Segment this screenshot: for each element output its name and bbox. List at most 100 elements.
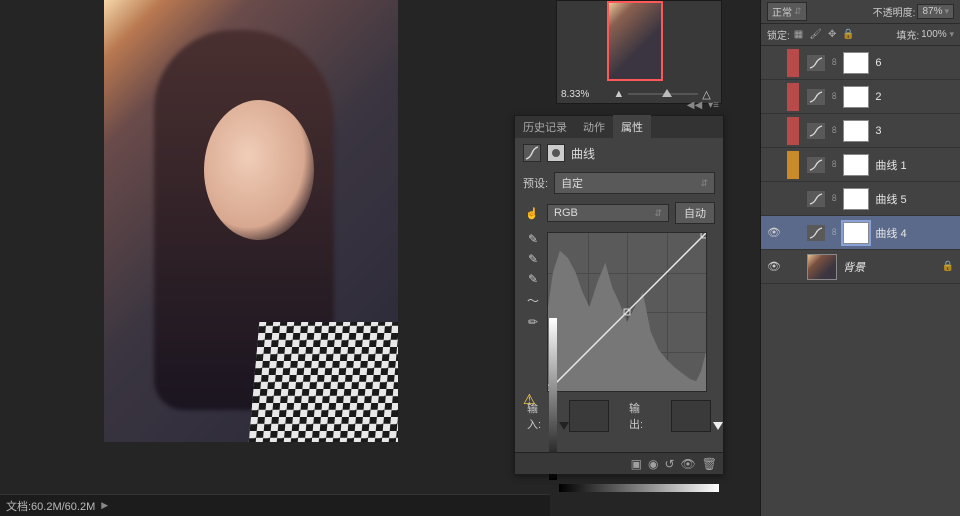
curves-adjustment-icon <box>807 157 825 173</box>
document-image[interactable] <box>104 0 398 442</box>
chevron-updown-icon: ⇵ <box>700 178 708 189</box>
curve-line[interactable] <box>548 233 706 391</box>
view-previous-icon[interactable]: ◉ <box>648 457 658 471</box>
layer-color-tag <box>787 219 799 247</box>
properties-footer: ▣ ◉ ↺ 👁 🗑 <box>515 452 723 474</box>
output-field[interactable] <box>671 400 711 432</box>
reset-icon[interactable]: ↺ <box>664 457 674 471</box>
curve-tools: ✎ ✎ ✎ 〜 ✏ <box>523 232 543 392</box>
layer-name-label[interactable]: 背景 <box>843 259 865 275</box>
layer-mask-thumbnail[interactable] <box>843 52 869 74</box>
auto-button[interactable]: 自动 <box>675 202 715 224</box>
navigator-thumbnail[interactable] <box>607 1 663 81</box>
opacity-label: 不透明度: <box>873 4 916 19</box>
lock-icon: 🔒 <box>942 261 954 272</box>
curves-graph[interactable] <box>547 232 707 392</box>
input-gradient <box>559 484 719 492</box>
mountain-small-icon: ▲ <box>613 88 624 100</box>
eyedropper-black-icon[interactable]: ✎ <box>528 232 538 246</box>
draw-curve-icon[interactable]: ✏ <box>528 315 538 329</box>
doc-size-label: 文档:60.2M/60.2M <box>6 498 95 514</box>
panel-menu-icon[interactable]: ▾≡ <box>708 100 719 111</box>
layer-row[interactable]: 𝟾2 <box>761 80 960 114</box>
opacity-value: 87% <box>922 6 942 17</box>
input-field[interactable] <box>569 400 609 432</box>
layer-name-label[interactable]: 6 <box>875 57 881 69</box>
targeted-adjust-icon[interactable]: ☝ <box>523 207 541 220</box>
visibility-toggle[interactable]: 👁 <box>767 226 781 240</box>
layer-mask-thumbnail[interactable] <box>843 154 869 176</box>
link-icon[interactable]: 𝟾 <box>831 91 837 102</box>
toggle-visibility-icon[interactable]: 👁 <box>681 457 696 471</box>
visibility-toggle[interactable] <box>767 124 781 138</box>
layer-mask-thumbnail[interactable] <box>843 86 869 108</box>
visibility-toggle[interactable] <box>767 158 781 172</box>
layer-row[interactable]: 𝟾6 <box>761 46 960 80</box>
tab-properties[interactable]: 属性 <box>613 115 651 139</box>
layer-row[interactable]: 👁 𝟾 曲线 4 <box>761 216 960 250</box>
layer-thumbnail[interactable] <box>807 254 837 280</box>
edit-points-icon[interactable]: 〜 <box>527 292 539 309</box>
visibility-toggle[interactable] <box>767 56 781 70</box>
opacity-field[interactable]: 87% ▾ <box>917 4 954 19</box>
curves-adjustment-icon <box>807 225 825 241</box>
fill-label: 填充: <box>896 27 919 42</box>
black-point-slider[interactable] <box>559 422 569 430</box>
layer-row[interactable]: 𝟾 曲线 1 <box>761 148 960 182</box>
layer-name-label[interactable]: 2 <box>875 91 881 103</box>
lock-transparency-icon[interactable]: ▦ <box>794 29 803 40</box>
canvas-area[interactable] <box>0 0 550 490</box>
fill-field[interactable]: 100% ▾ <box>921 29 954 40</box>
delete-adjustment-icon[interactable]: 🗑 <box>702 457 717 471</box>
eyedropper-gray-icon[interactable]: ✎ <box>528 252 538 266</box>
layer-color-tag <box>787 83 799 111</box>
visibility-toggle[interactable] <box>767 90 781 104</box>
layer-name-label[interactable]: 曲线 5 <box>875 191 906 207</box>
properties-tabs: 历史记录 动作 属性 <box>515 116 723 138</box>
layer-row[interactable]: 𝟾 曲线 5 <box>761 182 960 216</box>
tab-actions[interactable]: 动作 <box>575 115 613 139</box>
link-icon[interactable]: 𝟾 <box>831 193 837 204</box>
input-output-row: 输入: 输出: <box>515 394 723 438</box>
channel-select[interactable]: RGB ⇵ <box>547 204 669 222</box>
tab-history[interactable]: 历史记录 <box>515 115 575 139</box>
layer-mask-thumbnail[interactable] <box>843 222 869 244</box>
link-icon[interactable]: 𝟾 <box>831 159 837 170</box>
layer-list: 𝟾6𝟾2𝟾3𝟾曲线 1𝟾曲线 5👁𝟾曲线 4👁背景🔒 <box>761 46 960 284</box>
navigator-zoom-value[interactable]: 8.33% <box>561 89 589 100</box>
clipping-warning-icon[interactable]: ⚠ <box>523 391 536 408</box>
slider-knob[interactable] <box>662 89 672 97</box>
curves-adjustment-icon <box>807 89 825 105</box>
navigator-zoom-slider[interactable]: ▲ △ <box>607 87 717 101</box>
preset-label: 预设: <box>523 175 548 191</box>
layer-name-label[interactable]: 曲线 1 <box>875 157 906 173</box>
properties-panel: ◀◀ ▾≡ 历史记录 动作 属性 曲线 预设: 自定 ⇵ ☝ RGB ⇵ 自动 … <box>514 115 724 475</box>
lock-pixels-icon[interactable]: 🖌 <box>809 29 822 40</box>
lock-position-icon[interactable]: ✥ <box>828 29 836 40</box>
status-arrow-icon[interactable]: ▶ <box>101 500 108 511</box>
lock-all-icon[interactable]: 🔒 <box>842 29 854 40</box>
layer-mask-thumbnail[interactable] <box>843 188 869 210</box>
link-icon[interactable]: 𝟾 <box>831 57 837 68</box>
layer-mask-thumbnail[interactable] <box>843 120 869 142</box>
preset-select[interactable]: 自定 ⇵ <box>554 172 715 194</box>
layer-color-tag <box>787 117 799 145</box>
slider-track[interactable] <box>628 93 698 95</box>
white-point-slider[interactable] <box>713 422 723 430</box>
layer-row[interactable]: 👁 背景 🔒 <box>761 250 960 284</box>
preset-value: 自定 <box>561 175 583 191</box>
panel-collapse-icon[interactable]: ◀◀ <box>687 100 702 111</box>
chevron-down-icon: ▾ <box>944 6 949 17</box>
link-icon[interactable]: 𝟾 <box>831 227 837 238</box>
layer-name-label[interactable]: 3 <box>875 125 881 137</box>
clip-to-layer-icon[interactable]: ▣ <box>631 457 642 471</box>
visibility-toggle[interactable] <box>767 192 781 206</box>
visibility-toggle[interactable]: 👁 <box>767 260 781 274</box>
layer-name-label[interactable]: 曲线 4 <box>875 225 906 241</box>
layer-color-tag <box>787 49 799 77</box>
eyedropper-white-icon[interactable]: ✎ <box>528 272 538 286</box>
layer-row[interactable]: 𝟾3 <box>761 114 960 148</box>
blend-mode-select[interactable]: 正常 ⇵ <box>767 2 807 21</box>
curves-adjustment-icon <box>807 123 825 139</box>
link-icon[interactable]: 𝟾 <box>831 125 837 136</box>
